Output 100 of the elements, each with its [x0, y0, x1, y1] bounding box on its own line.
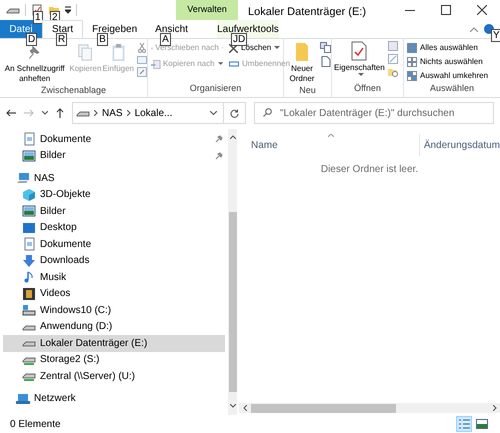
nav-label: Lokaler Datenträger (E:) — [40, 336, 148, 351]
delete-icon — [229, 44, 238, 52]
nav-item[interactable]: 3D-Objekte — [3, 186, 225, 203]
keytip: D — [26, 33, 38, 46]
close-icon — [477, 5, 487, 15]
scrollbar-thumb[interactable] — [228, 212, 236, 392]
back-icon[interactable] — [6, 109, 16, 117]
column-header[interactable]: Änderungsdatum — [420, 134, 500, 156]
system-drive-icon — [22, 303, 36, 318]
video-icon — [22, 286, 36, 301]
page-icon[interactable] — [320, 56, 332, 67]
keytip: R — [56, 33, 68, 46]
nav-item[interactable]: Musik — [3, 269, 225, 286]
scroll-up-icon[interactable] — [230, 135, 236, 139]
collapse-ribbon-icon[interactable] — [470, 26, 478, 32]
breadcrumb[interactable]: Lokale... — [134, 106, 172, 120]
group-label: Organisieren — [188, 82, 242, 95]
nav-label: Dokumente — [40, 132, 92, 147]
nav-item[interactable]: Downloads — [3, 252, 225, 269]
nav-label: Netzwerk — [34, 392, 77, 406]
history-icon[interactable] — [388, 67, 398, 77]
contextual-tab-header: Verwalten — [187, 3, 227, 16]
dropdown-icon[interactable] — [210, 111, 217, 115]
nav-label: 3D-Objekte — [40, 188, 92, 202]
desktop-icon — [22, 220, 36, 235]
nav-item[interactable]: Windows10 (C:) — [3, 302, 225, 318]
nav-label: NAS — [34, 172, 56, 186]
empty-folder-message: Dieser Ordner ist leer. — [320, 163, 418, 177]
nav-item[interactable]: Bilder — [3, 203, 225, 220]
invert-selection-icon — [407, 71, 417, 81]
chevron-icon — [94, 110, 98, 116]
nav-label: Musik — [40, 270, 68, 285]
scroll-left-icon[interactable] — [243, 405, 247, 411]
nav-item[interactable]: Storage2 (S:) — [3, 352, 225, 368]
scroll-down-icon[interactable] — [230, 404, 236, 408]
shortcut-icon[interactable] — [137, 67, 147, 77]
nav-item[interactable]: Bilder — [3, 148, 225, 164]
search-field[interactable]: "Lokaler Datenträger (E:)" durchsuchen — [254, 102, 494, 124]
details-view-button[interactable] — [456, 416, 472, 432]
search-icon — [263, 108, 272, 117]
group-label: Neu — [298, 84, 317, 97]
nav-item[interactable]: NAS — [3, 170, 225, 186]
list-icon — [458, 419, 470, 429]
recent-locations-icon[interactable] — [42, 111, 48, 115]
dropdown-icon[interactable] — [65, 6, 71, 14]
properties-icon — [351, 41, 368, 61]
clipboard-icon — [110, 43, 127, 62]
ribbon-button[interactable]: An Schnellzugriff anheften — [1, 43, 68, 84]
keytip: JD — [230, 33, 248, 46]
select-none-icon — [407, 57, 417, 67]
refresh-icon — [230, 108, 239, 118]
nav-item[interactable]: Desktop — [3, 220, 225, 236]
scroll-right-icon[interactable] — [493, 405, 497, 411]
picture-icon — [22, 148, 36, 163]
download-icon — [22, 254, 36, 268]
group-label: Öffnen — [353, 82, 382, 94]
keytip: A — [160, 33, 171, 46]
nav-label: Bilder — [40, 149, 67, 164]
nav-item[interactable]: Anwendung (D:) — [3, 318, 225, 335]
scissors-icon[interactable] — [137, 43, 147, 53]
chevron-icon — [126, 110, 131, 116]
ribbon-button[interactable]: Alles auswählen — [407, 42, 500, 54]
picture-icon — [22, 204, 36, 218]
scrollbar-thumb[interactable] — [251, 404, 396, 412]
select-all-icon — [407, 43, 417, 53]
pc-icon — [16, 171, 30, 186]
nav-label: Zentral (\\Server) (U:) — [40, 370, 136, 384]
network-icon — [16, 392, 30, 406]
address-field[interactable]: NAS Lokale... — [72, 102, 224, 124]
maximize-icon — [441, 5, 451, 15]
nav-label: Storage2 (S:) — [40, 353, 100, 368]
large-icons-view-button[interactable] — [474, 416, 490, 432]
rename-icon — [229, 60, 239, 68]
cube-icon — [22, 188, 36, 202]
nav-label: Desktop — [40, 221, 78, 236]
scrollbar[interactable] — [228, 129, 237, 415]
ribbon-button[interactable]: Nichts auswählen — [407, 56, 500, 68]
copy-icon — [76, 43, 94, 62]
refresh-button[interactable] — [224, 102, 246, 124]
up-icon[interactable] — [56, 108, 64, 118]
column-header[interactable]: Name — [239, 134, 420, 156]
nav-item[interactable]: Videos — [3, 286, 225, 302]
breadcrumb[interactable]: NAS — [102, 106, 123, 120]
nav-item[interactable]: Lokaler Datenträger (E:) — [3, 335, 225, 352]
group-label: Auswählen — [428, 82, 476, 95]
nav-label: Bilder — [40, 204, 67, 219]
keytip: 1 — [33, 11, 43, 24]
new-item-icon[interactable] — [320, 42, 332, 53]
nav-item[interactable]: Dokumente — [3, 236, 225, 252]
picture-icon — [476, 419, 488, 429]
nav-label: Dokumente — [40, 238, 92, 252]
ribbon-button[interactable]: Auswahl umkehren — [407, 70, 500, 82]
nav-label: Videos — [40, 287, 72, 302]
nav-item[interactable]: Zentral (\\Server) (U:) — [3, 368, 225, 384]
nav-label: Anwendung (D:) — [40, 320, 114, 334]
nav-item[interactable]: Netzwerk — [3, 390, 225, 407]
nav-item[interactable]: Dokumente — [3, 131, 225, 148]
keytip: Y — [491, 29, 500, 42]
ribbon-button[interactable]: Eigenschaften — [334, 41, 385, 82]
folder-icon — [295, 42, 309, 62]
